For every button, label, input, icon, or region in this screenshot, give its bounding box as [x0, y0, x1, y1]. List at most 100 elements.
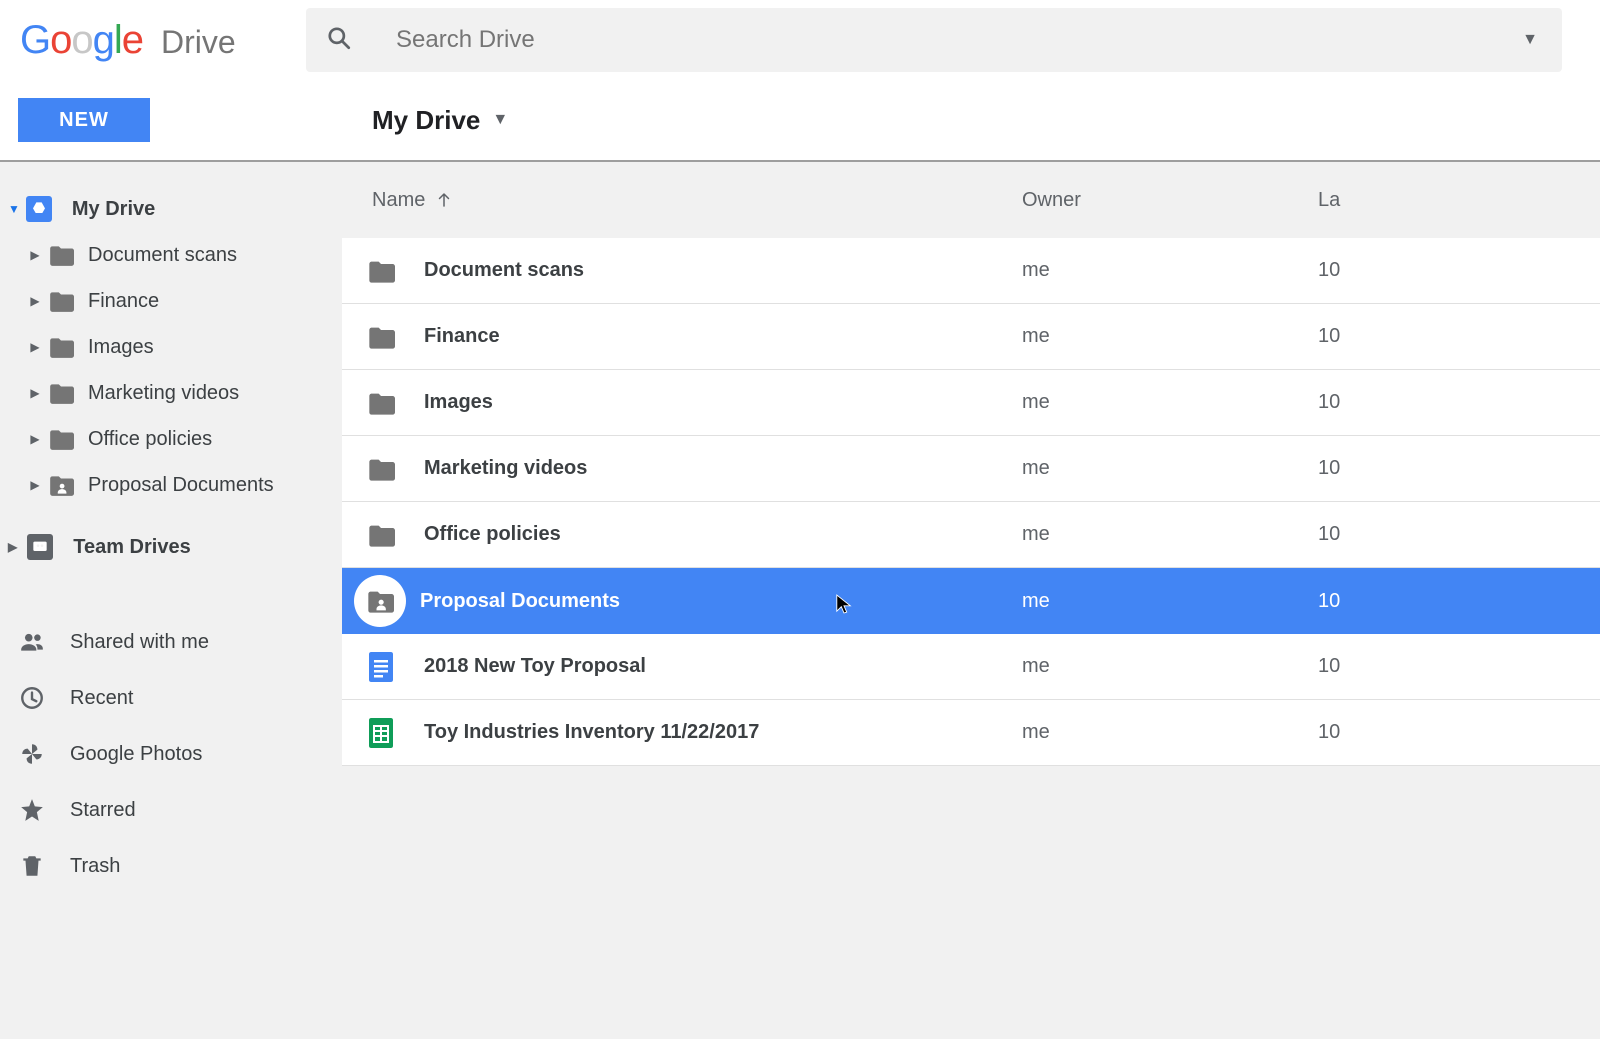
- sidebar-folder[interactable]: ▶ Marketing videos: [0, 370, 342, 416]
- file-list: Document scansme10Financeme10Imagesme10M…: [342, 238, 1600, 766]
- sidebar-nav-label: Starred: [70, 799, 136, 822]
- file-row[interactable]: Office policies me10: [342, 502, 1600, 568]
- logo-product: Drive: [161, 24, 236, 61]
- cell-owner: me: [1022, 721, 1318, 744]
- sidebar-nav-item[interactable]: Starred: [0, 782, 342, 838]
- column-owner-label: Owner: [1022, 189, 1081, 211]
- photos-icon: [18, 740, 46, 768]
- cell-name: 2018 New Toy Proposal: [342, 652, 1022, 682]
- shared-folder-icon: [354, 575, 406, 627]
- sidebar: ▼ My Drive ▶ Document scans ▶ Finance ▶ Image…: [0, 162, 342, 1039]
- sidebar-nav-item[interactable]: Recent: [0, 670, 342, 726]
- cell-name: Marketing videos: [342, 454, 1022, 484]
- new-button[interactable]: NEW: [18, 98, 150, 142]
- file-row[interactable]: Financeme10: [342, 304, 1600, 370]
- column-modified-label: La: [1318, 189, 1340, 211]
- sidebar-folder-label: Document scans: [88, 244, 237, 267]
- logo[interactable]: Google Drive: [20, 18, 236, 63]
- cell-name: Finance: [342, 322, 1022, 352]
- shared-folder-icon: [48, 474, 74, 496]
- breadcrumb-label: My Drive: [372, 105, 480, 136]
- people-icon: [18, 628, 46, 656]
- sidebar-nav-label: Recent: [70, 687, 133, 710]
- folder-icon: [48, 428, 74, 450]
- file-name: Images: [424, 391, 493, 414]
- chevron-right-icon: ▶: [28, 432, 42, 446]
- sidebar-folder[interactable]: ▶ Document scans: [0, 232, 342, 278]
- sidebar-root-label: My Drive: [72, 198, 155, 221]
- sidebar-folder[interactable]: ▶ Images: [0, 324, 342, 370]
- cell-name: Images: [342, 388, 1022, 418]
- sort-asc-icon: [435, 191, 453, 209]
- cell-owner: me: [1022, 523, 1318, 546]
- column-header-modified[interactable]: La: [1318, 189, 1600, 212]
- sidebar-nav-label: Shared with me: [70, 631, 209, 654]
- sidebar-nav-label: Google Photos: [70, 743, 202, 766]
- file-row[interactable]: Marketing videosme10: [342, 436, 1600, 502]
- chevron-right-icon: ▶: [28, 386, 42, 400]
- cell-modified: 10: [1318, 523, 1600, 546]
- sidebar-folder[interactable]: ▶Office policies: [0, 416, 342, 462]
- chevron-right-icon: ▶: [28, 294, 42, 308]
- team-drives-icon: [27, 534, 53, 560]
- cell-owner: me: [1022, 590, 1318, 613]
- cell-owner: me: [1022, 325, 1318, 348]
- folder-icon: [366, 256, 396, 286]
- sidebar-folder[interactable]: ▶Proposal Documents: [0, 462, 342, 508]
- file-name: 2018 New Toy Proposal: [424, 655, 646, 678]
- search-options-caret-icon[interactable]: ▼: [1522, 31, 1538, 49]
- sidebar-folder-label: Proposal Documents: [88, 474, 274, 497]
- search-input[interactable]: [396, 26, 1522, 54]
- breadcrumb-my-drive[interactable]: My Drive ▼: [372, 105, 508, 136]
- folder-icon: [366, 322, 396, 352]
- content: ▼ My Drive ▶ Document scans ▶ Finance ▶ Image…: [0, 162, 1600, 1039]
- folder-icon: [366, 388, 396, 418]
- cell-name: Proposal Documents: [342, 575, 1022, 627]
- column-header-row: Name Owner La: [342, 162, 1600, 238]
- topbar: Google Drive ▼: [0, 0, 1600, 80]
- folder-icon: [48, 290, 74, 312]
- sidebar-nav-item[interactable]: Google Photos: [0, 726, 342, 782]
- sidebar-team-drives[interactable]: ▶ Team Drives: [0, 524, 342, 570]
- cell-modified: 10: [1318, 721, 1600, 744]
- sidebar-nav-item[interactable]: Shared with me: [0, 614, 342, 670]
- sidebar-folder-label: Marketing videos: [88, 382, 239, 405]
- google-doc-icon: [366, 652, 396, 682]
- sidebar-folder-label: Images: [88, 336, 154, 359]
- file-row[interactable]: 2018 New Toy Proposalme10: [342, 634, 1600, 700]
- file-name: Proposal Documents: [420, 590, 620, 613]
- sidebar-nav-item[interactable]: Trash: [0, 838, 342, 894]
- folder-icon: [48, 244, 74, 266]
- sidebar-folder-label: Finance: [88, 290, 159, 313]
- folder-icon: [48, 336, 74, 358]
- file-row[interactable]: Imagesme10: [342, 370, 1600, 436]
- cell-name: Office policies: [342, 520, 1022, 550]
- search-icon[interactable]: [326, 25, 352, 56]
- column-name-label: Name: [372, 189, 425, 212]
- clock-icon: [18, 684, 46, 712]
- cell-modified: 10: [1318, 655, 1600, 678]
- chevron-right-icon: ▶: [28, 340, 42, 354]
- chevron-right-icon: ▶: [28, 248, 42, 262]
- folder-icon: [48, 382, 74, 404]
- sidebar-folder[interactable]: ▶ Finance: [0, 278, 342, 324]
- file-name: Office policies: [424, 523, 561, 546]
- file-row[interactable]: Toy Industries Inventory 11/22/2017me10: [342, 700, 1600, 766]
- search-bar[interactable]: ▼: [306, 8, 1562, 72]
- cell-name: Toy Industries Inventory 11/22/2017: [342, 718, 1022, 748]
- file-row[interactable]: Document scansme10: [342, 238, 1600, 304]
- caret-down-icon: ▼: [8, 202, 20, 216]
- column-header-owner[interactable]: Owner: [1022, 189, 1318, 212]
- header-row: NEW My Drive ▼: [0, 80, 1600, 162]
- cell-modified: 10: [1318, 590, 1600, 613]
- chevron-down-icon: ▼: [492, 111, 508, 129]
- column-header-name[interactable]: Name: [342, 189, 1022, 212]
- team-drives-label: Team Drives: [73, 536, 190, 559]
- sidebar-root-my-drive[interactable]: ▼ My Drive: [0, 186, 342, 232]
- file-name: Document scans: [424, 259, 584, 282]
- folder-icon: [366, 454, 396, 484]
- file-row[interactable]: Proposal Documents me10: [342, 568, 1600, 634]
- star-icon: [18, 796, 46, 824]
- google-sheet-icon: [366, 718, 396, 748]
- cell-modified: 10: [1318, 391, 1600, 414]
